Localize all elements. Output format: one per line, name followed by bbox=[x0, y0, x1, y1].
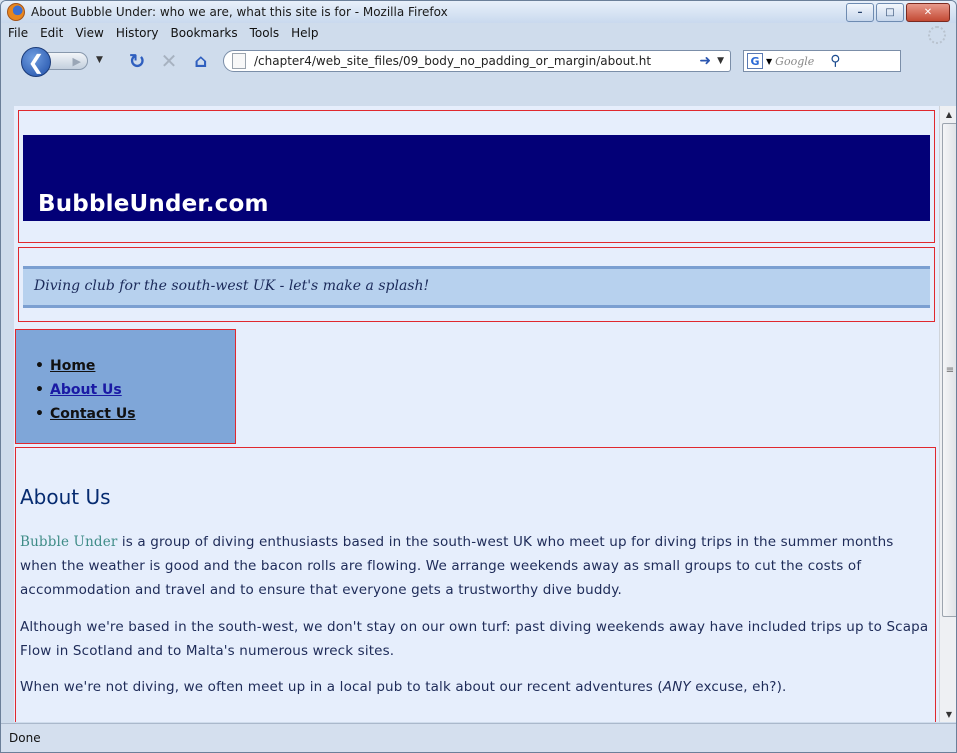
nav-link-home[interactable]: Home bbox=[50, 358, 95, 374]
window-title: About Bubble Under: who we are, what thi… bbox=[31, 5, 448, 19]
title-bar: About Bubble Under: who we are, what thi… bbox=[1, 1, 956, 23]
back-button[interactable]: ❮ bbox=[21, 47, 51, 77]
minimize-button[interactable]: – bbox=[846, 3, 874, 22]
close-button[interactable]: ✕ bbox=[906, 3, 950, 22]
tagline-band: Diving club for the south-west UK - let'… bbox=[23, 266, 930, 308]
main-content: About Us Bubble Under is a group of divi… bbox=[15, 447, 936, 722]
stop-icon[interactable]: ✕ bbox=[155, 49, 183, 73]
tagline-section: Diving club for the south-west UK - let'… bbox=[18, 247, 935, 322]
url-dropdown-icon[interactable]: ▼ bbox=[717, 56, 724, 66]
status-text: Done bbox=[9, 731, 41, 745]
page-viewport: BubbleUnder.com Diving club for the sout… bbox=[14, 106, 939, 722]
search-input[interactable]: Google bbox=[775, 55, 814, 68]
emphasis-any: ANY bbox=[662, 679, 691, 695]
address-bar[interactable]: /chapter4/web_site_files/09_body_no_padd… bbox=[223, 50, 731, 72]
site-name: BubbleUnder.com bbox=[38, 191, 269, 217]
back-arrow-icon: ❮ bbox=[27, 50, 45, 74]
nav-link-contact[interactable]: Contact Us bbox=[50, 406, 136, 422]
tagline: Diving club for the south-west UK - let'… bbox=[34, 278, 430, 294]
scrollbar-thumb[interactable]: ≡ bbox=[942, 123, 956, 617]
search-engine-dropdown-icon[interactable]: ▼ bbox=[766, 57, 772, 66]
paragraph-trips: Although we're based in the south-west, … bbox=[20, 619, 929, 659]
google-search-engine-icon[interactable]: G bbox=[747, 53, 763, 69]
header-band: BubbleUnder.com bbox=[23, 135, 930, 221]
site-navigation: Home About Us Contact Us bbox=[15, 329, 236, 444]
paragraph-pub: When we're not diving, we often meet up … bbox=[20, 675, 932, 699]
window-controls: – □ ✕ bbox=[846, 3, 950, 22]
search-bar[interactable]: G ▼ Google ⚲ bbox=[743, 50, 901, 72]
menu-file[interactable]: File bbox=[1, 26, 34, 40]
scroll-down-icon[interactable]: ▼ bbox=[940, 706, 956, 722]
url-field[interactable]: /chapter4/web_site_files/09_body_no_padd… bbox=[254, 54, 695, 68]
status-bar: Done bbox=[1, 723, 956, 752]
nav-item-home: Home bbox=[35, 354, 136, 378]
page-icon bbox=[232, 53, 246, 69]
back-forward-group: ▶ ❮ ▼ bbox=[21, 46, 109, 77]
throbber-icon bbox=[928, 26, 946, 44]
menu-bar: File Edit View History Bookmarks Tools H… bbox=[1, 23, 956, 43]
intro-text: is a group of diving enthusiasts based i… bbox=[20, 534, 894, 598]
nav-item-contact: Contact Us bbox=[35, 402, 136, 426]
nav-link-about[interactable]: About Us bbox=[50, 382, 122, 398]
firefox-icon bbox=[7, 3, 25, 21]
search-magnifier-icon[interactable]: ⚲ bbox=[830, 53, 840, 69]
menu-view[interactable]: View bbox=[69, 26, 109, 40]
pub-text-end: excuse, eh?). bbox=[690, 679, 787, 695]
menu-edit[interactable]: Edit bbox=[34, 26, 69, 40]
vertical-scrollbar[interactable]: ▲ ≡ ▼ bbox=[939, 106, 956, 722]
nav-item-about: About Us bbox=[35, 378, 136, 402]
go-arrow-icon[interactable]: ➜ bbox=[699, 53, 711, 69]
paragraph-intro: Bubble Under is a group of diving enthus… bbox=[20, 530, 932, 602]
page-heading: About Us bbox=[20, 485, 111, 509]
navigation-toolbar: ▶ ❮ ▼ ↻ ✕ ⌂ /chapter4/web_site_files/09_… bbox=[1, 44, 956, 78]
forward-button[interactable]: ▶ bbox=[46, 52, 88, 70]
menu-bookmarks[interactable]: Bookmarks bbox=[165, 26, 244, 40]
menu-help[interactable]: Help bbox=[285, 26, 324, 40]
reload-icon[interactable]: ↻ bbox=[123, 49, 151, 73]
header: BubbleUnder.com bbox=[18, 110, 935, 243]
menu-tools[interactable]: Tools bbox=[244, 26, 286, 40]
scroll-up-icon[interactable]: ▲ bbox=[940, 106, 956, 122]
home-icon[interactable]: ⌂ bbox=[187, 51, 215, 72]
browser-window: About Bubble Under: who we are, what thi… bbox=[0, 0, 957, 753]
history-dropdown-icon[interactable]: ▼ bbox=[96, 55, 103, 65]
pub-text-start: When we're not diving, we often meet up … bbox=[20, 679, 663, 695]
maximize-button[interactable]: □ bbox=[876, 3, 904, 22]
brand-name: Bubble Under bbox=[20, 534, 118, 550]
menu-history[interactable]: History bbox=[110, 26, 165, 40]
